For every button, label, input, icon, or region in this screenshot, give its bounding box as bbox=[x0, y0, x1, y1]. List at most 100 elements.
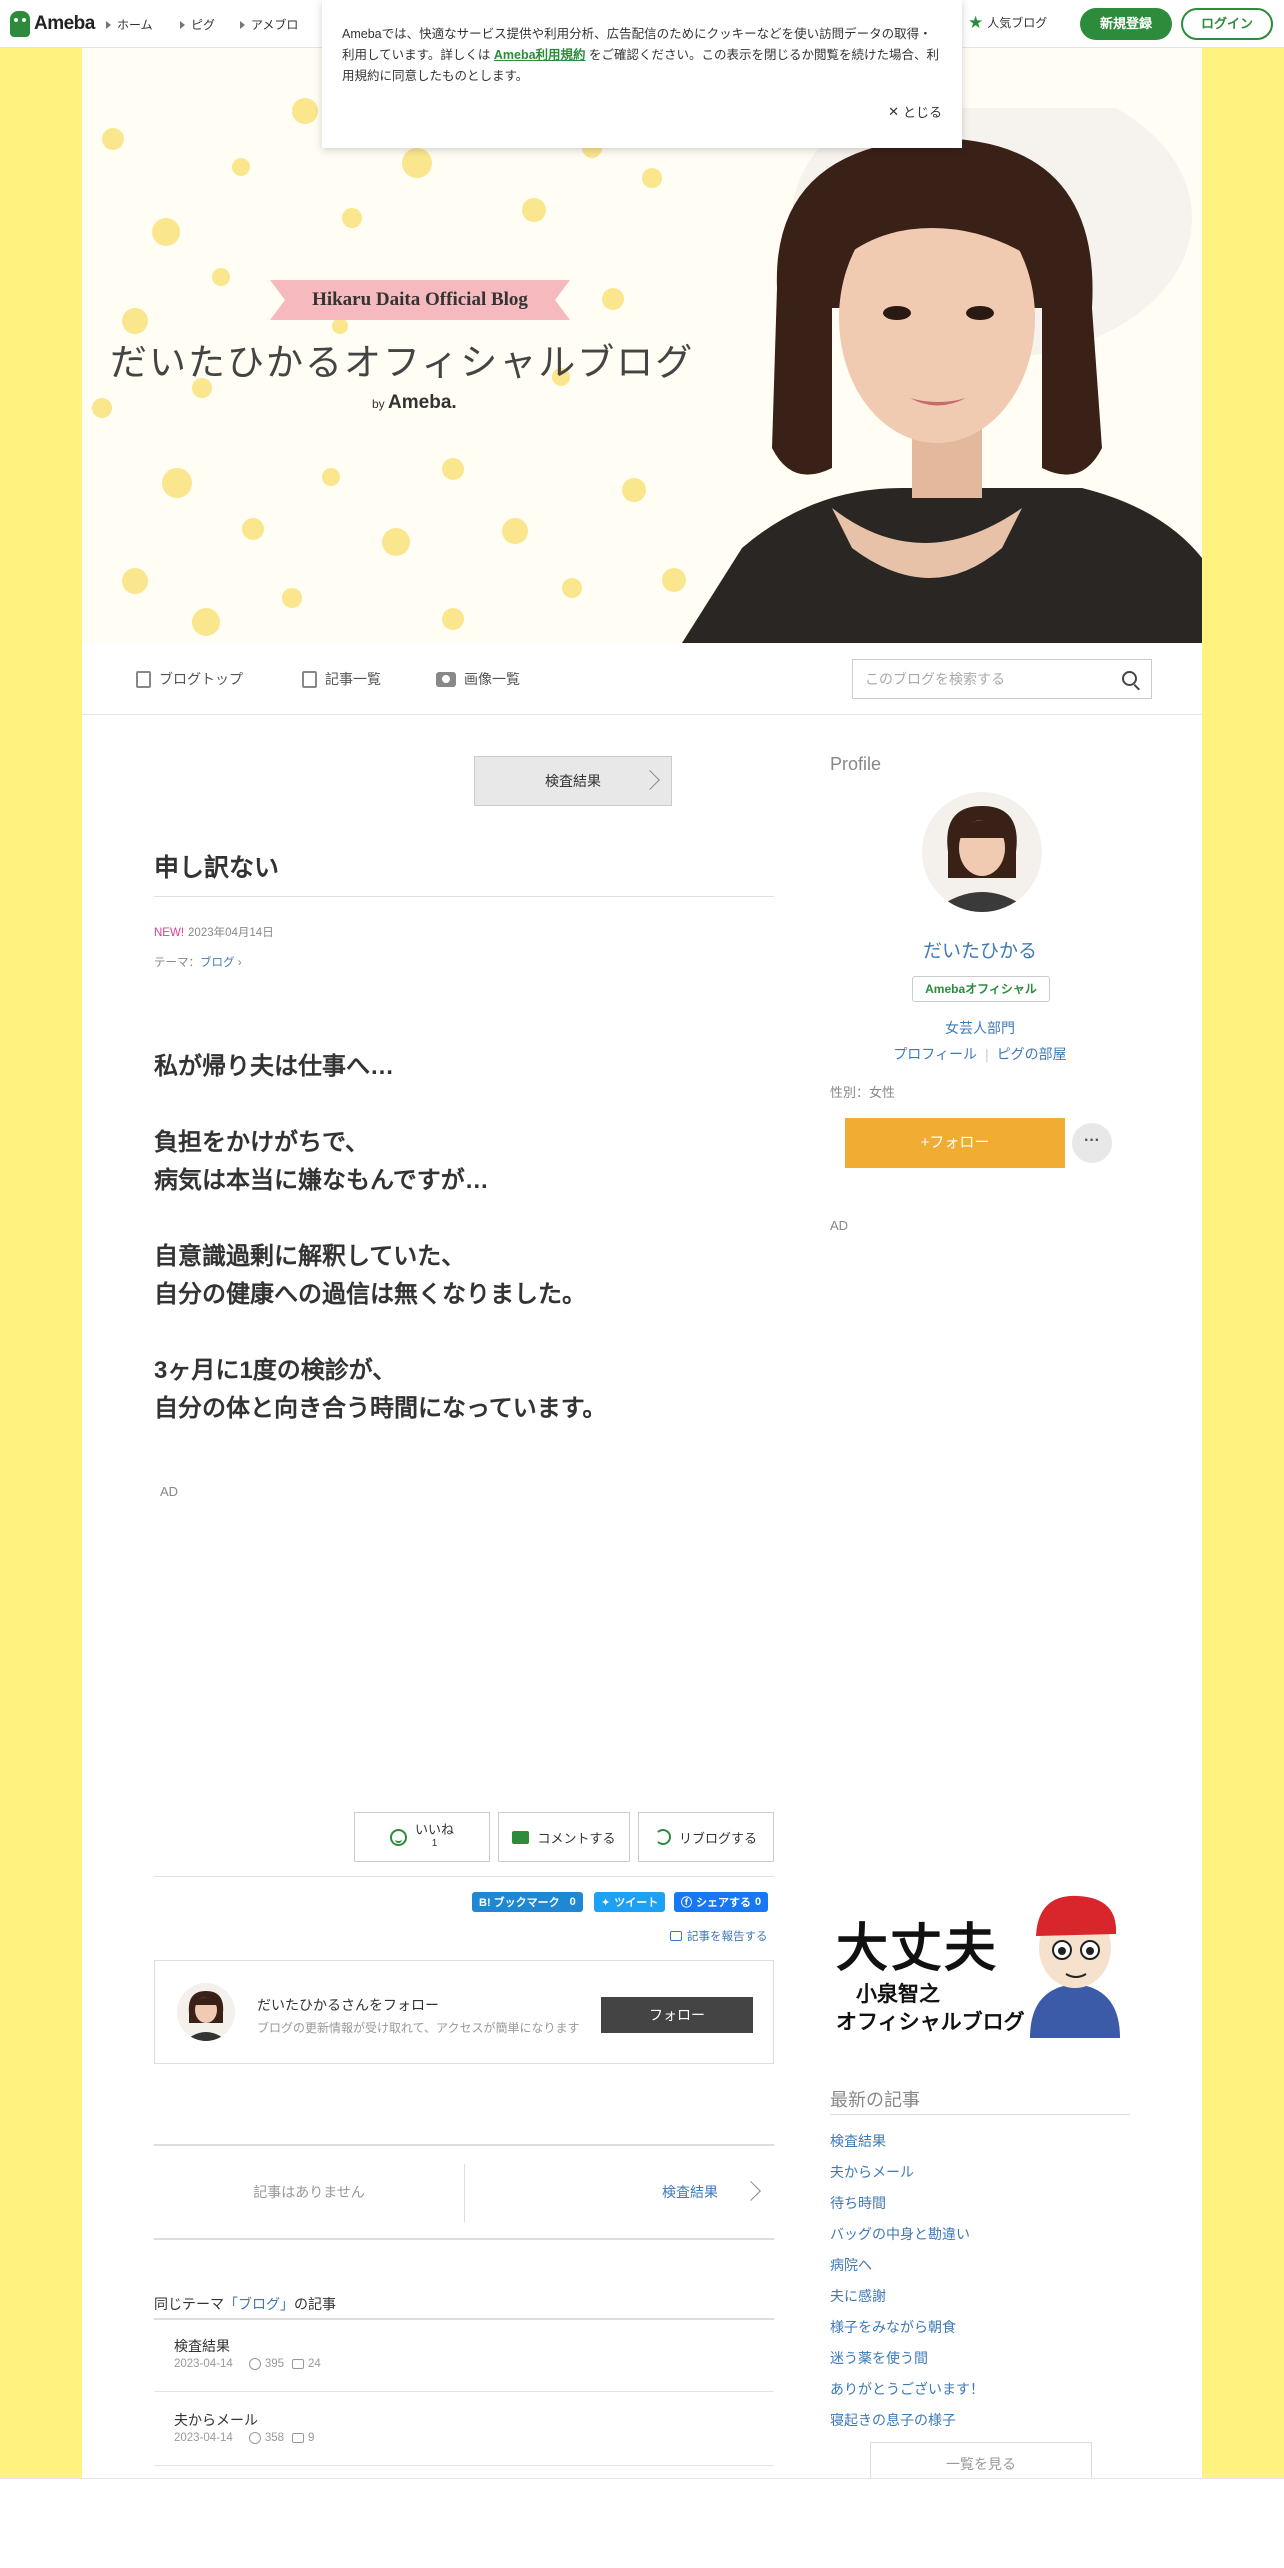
profile-category[interactable]: 女芸人部門 bbox=[830, 1018, 1130, 1038]
like-button[interactable]: いいね 1 bbox=[354, 1812, 490, 1862]
popular-blogs-link[interactable]: ★ 人気ブログ bbox=[968, 14, 1047, 31]
banner-title: 大丈夫 bbox=[836, 1920, 999, 1978]
like-count: 1 bbox=[431, 1838, 438, 1849]
tweet-button[interactable]: ✦ ツイート bbox=[594, 1892, 666, 1912]
cookie-close-button[interactable]: ✕ とじる bbox=[888, 102, 942, 121]
recent-article-link[interactable]: 病院へ bbox=[830, 2250, 1130, 2281]
tweet-label: ツイート bbox=[614, 1897, 659, 1909]
report-label: 記事を報告する bbox=[687, 1931, 768, 1943]
nav-entry-list-label: 記事一覧 bbox=[325, 671, 381, 687]
close-icon: ✕ bbox=[888, 103, 899, 119]
banner-subtitle: オフィシャルブログ bbox=[836, 2011, 1025, 2034]
prev-next-nav: 記事はありません 検査結果 bbox=[154, 2144, 774, 2240]
nav-pigg[interactable]: ピグ bbox=[180, 16, 215, 33]
blog-nav: ブログトップ 記事一覧 画像一覧 bbox=[82, 643, 1202, 715]
list-item-comments: 24 bbox=[308, 2358, 321, 2370]
profile-name[interactable]: だいたひかる bbox=[830, 936, 1130, 963]
profile-avatar[interactable] bbox=[922, 792, 1042, 912]
recent-article-link[interactable]: 夫に感謝 bbox=[830, 2281, 1130, 2312]
pigg-room-link[interactable]: ピグの部屋 bbox=[997, 1046, 1067, 1062]
recent-article-link[interactable]: 迷う薬を使う間 bbox=[830, 2343, 1130, 2374]
signup-button[interactable]: 新規登録 bbox=[1080, 8, 1172, 40]
list-item-likes: 395 bbox=[264, 2358, 285, 2370]
nav-blog-top[interactable]: ブログトップ bbox=[136, 669, 243, 689]
ad-label: AD bbox=[830, 1218, 849, 1233]
cookie-close-label: とじる bbox=[902, 105, 942, 120]
bottom-band bbox=[0, 2478, 1284, 2568]
nav-image-list[interactable]: 画像一覧 bbox=[436, 669, 520, 689]
next-article-top-button[interactable]: 検査結果 bbox=[474, 756, 672, 806]
comment-icon bbox=[512, 1830, 530, 1844]
recent-article-link[interactable]: 待ち時間 bbox=[830, 2188, 1130, 2219]
reblog-button[interactable]: リブログする bbox=[638, 1812, 774, 1862]
popular-blogs-label: 人気ブログ bbox=[987, 16, 1048, 30]
terms-link[interactable]: Ameba利用規約 bbox=[494, 48, 586, 62]
portrait-photo bbox=[682, 108, 1202, 643]
polka-dot bbox=[232, 158, 250, 176]
facebook-share-button[interactable]: ⓕ シェアする 0 bbox=[674, 1892, 769, 1912]
recent-article-link[interactable]: ありがとうございます！ bbox=[830, 2374, 1130, 2405]
date-text: 2023年04月14日 bbox=[188, 927, 274, 939]
list-item-date: 2023-04-14 bbox=[174, 2358, 233, 2370]
profile-heading: Profile bbox=[830, 754, 882, 774]
polka-dot bbox=[92, 398, 112, 418]
list-item-meta: 2023-04-14 395 24 bbox=[174, 2358, 321, 2370]
polka-dot bbox=[442, 458, 464, 480]
nav-entry-list[interactable]: 記事一覧 bbox=[302, 669, 381, 689]
recent-article-link[interactable]: 寝起きの息子の様子 bbox=[830, 2405, 1130, 2436]
nav-pigg-label: ピグ bbox=[191, 18, 216, 32]
login-button[interactable]: ログイン bbox=[1181, 8, 1273, 40]
follow-card-subtitle: ブログの更新情報が受け取れて、アクセスが簡単になります bbox=[257, 2021, 580, 2035]
polka-dot bbox=[602, 288, 624, 310]
next-article-link[interactable]: 検査結果 bbox=[662, 2182, 718, 2202]
nav-image-list-label: 画像一覧 bbox=[464, 671, 520, 687]
polka-dot bbox=[442, 608, 464, 630]
nav-ameblo-label: アメブロ bbox=[251, 18, 299, 32]
header-ribbon: Hikaru Daita Official Blog bbox=[270, 280, 570, 320]
list-item-date: 2023-04-14 bbox=[174, 2432, 233, 2444]
facebook-count: 0 bbox=[755, 1896, 762, 1908]
facebook-label: シェアする bbox=[696, 1897, 751, 1909]
nav-ameblo[interactable]: アメブロ bbox=[240, 16, 298, 33]
theme-link[interactable]: ブログ bbox=[200, 957, 235, 969]
theme-heading-theme[interactable]: 「ブログ」 bbox=[224, 2296, 294, 2312]
recent-article-link[interactable]: 検査結果 bbox=[830, 2126, 1130, 2157]
list-item[interactable]: 検査結果 2023-04-14 395 24 bbox=[154, 2320, 774, 2392]
blog-search-input[interactable] bbox=[865, 660, 1105, 698]
recent-article-link[interactable]: 夫からメール bbox=[830, 2157, 1130, 2188]
smile-icon bbox=[389, 1828, 407, 1846]
author-avatar bbox=[177, 1983, 235, 2041]
profile-link[interactable]: プロフィール bbox=[893, 1046, 977, 1062]
chevron-right-icon bbox=[741, 2181, 761, 2201]
ameba-logo[interactable]: Ameba bbox=[10, 11, 95, 37]
like-label: いいね bbox=[414, 1822, 454, 1837]
comment-button[interactable]: コメントする bbox=[498, 1812, 630, 1862]
copy-icon bbox=[302, 670, 317, 688]
report-article-link[interactable]: 記事を報告する bbox=[670, 1928, 768, 1944]
new-badge: NEW! bbox=[154, 927, 185, 939]
search-icon[interactable] bbox=[1122, 671, 1137, 686]
promo-banner[interactable]: 大丈夫 小泉智之 オフィシャルブログ bbox=[830, 1888, 1130, 2038]
recent-article-link[interactable]: バッグの中身と勘違い bbox=[830, 2219, 1130, 2250]
ribbon-text: Hikaru Daita Official Blog bbox=[312, 289, 528, 310]
recent-article-link[interactable]: 様子をみながら朝食 bbox=[830, 2312, 1130, 2343]
follow-card-button[interactable]: フォロー bbox=[601, 1997, 753, 2033]
more-menu-button[interactable]: ··· bbox=[1072, 1123, 1112, 1163]
polka-dot bbox=[562, 578, 582, 598]
list-item-title: 夫からメール bbox=[174, 2412, 258, 2428]
polka-dot bbox=[212, 268, 230, 286]
next-article-top-label: 検査結果 bbox=[545, 773, 601, 789]
prev-article-empty: 記事はありません bbox=[253, 2184, 365, 2200]
paragraph: 3ヶ月に1度の検診が、 自分の体と向き合う時間になっています。 bbox=[154, 1357, 607, 1422]
hatena-bookmark-button[interactable]: B! ブックマーク 0 bbox=[472, 1892, 583, 1912]
follow-button[interactable]: +フォロー bbox=[845, 1118, 1065, 1168]
banner-character-illustration bbox=[1030, 1895, 1120, 2038]
smile-icon bbox=[248, 2358, 261, 2370]
polka-dot bbox=[242, 518, 264, 540]
smile-icon bbox=[248, 2432, 261, 2444]
polka-dot bbox=[622, 478, 646, 502]
list-item[interactable]: 夫からメール 2023-04-14 358 9 bbox=[154, 2394, 774, 2466]
nav-home-label: ホーム bbox=[117, 18, 153, 32]
nav-home[interactable]: ホーム bbox=[106, 16, 153, 33]
cookie-text: Amebaでは、快適なサービス提供や利用分析、広告配信のためにクッキーなどを使い… bbox=[342, 24, 942, 87]
